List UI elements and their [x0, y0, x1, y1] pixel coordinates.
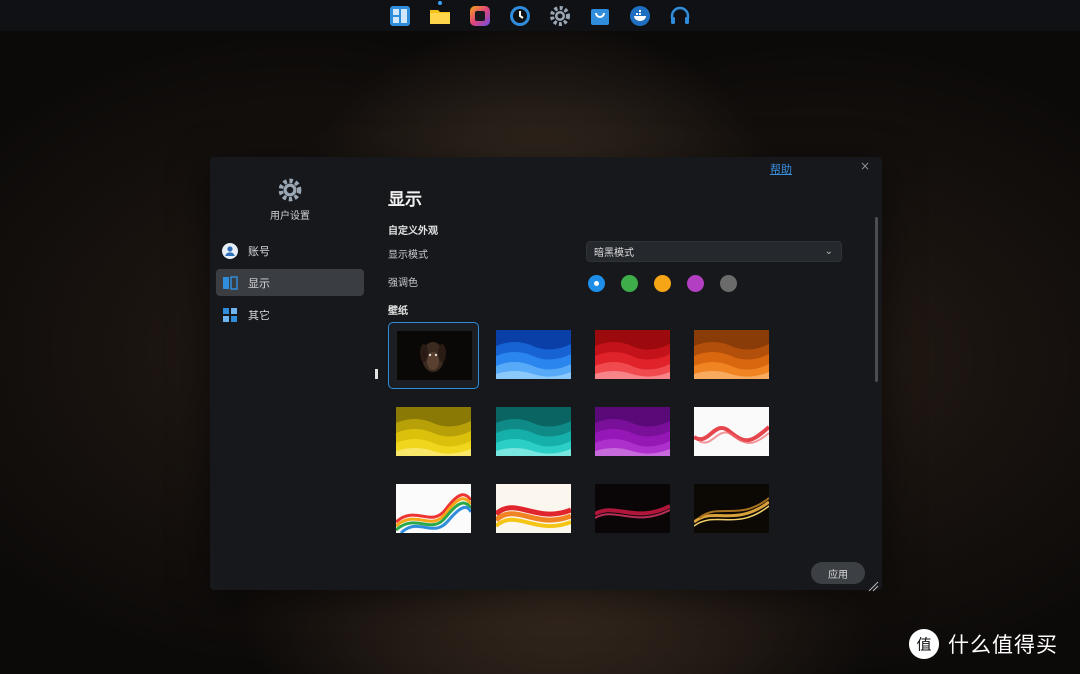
chevron-down-icon: ⌄: [824, 246, 833, 257]
wallpaper-teal-waves[interactable]: [496, 407, 571, 456]
sidebar-item-display[interactable]: 显示: [216, 269, 364, 296]
wallpaper-red-smoke[interactable]: [694, 407, 769, 456]
accent-color-label: 强调色: [388, 278, 418, 289]
user-settings-window: 帮助 × 用户设置 账号 显示 其它 显示 自定义外观 显示模式 暗黑模式 ⌄ …: [210, 157, 882, 592]
watermark-text: 什么值得买: [948, 633, 1058, 657]
account-icon: [222, 242, 238, 259]
window-resize-grip-icon[interactable]: [867, 577, 879, 592]
section-title-appearance: 自定义外观: [388, 226, 438, 237]
watermark-logo-char: 值: [916, 636, 931, 654]
settings-content: 显示 自定义外观 显示模式 暗黑模式 ⌄ 强调色 壁纸: [388, 157, 858, 590]
accent-swatch-orange[interactable]: [654, 275, 671, 292]
accent-swatch-green[interactable]: [621, 275, 638, 292]
wallpaper-dark-red-ribbon[interactable]: [595, 484, 670, 533]
watermark-logo-icon: 值: [908, 628, 940, 660]
sidebar-resize-handle[interactable]: [375, 369, 378, 379]
settings-sidebar: 用户设置 账号 显示 其它: [210, 157, 370, 590]
other-icon: [222, 307, 238, 323]
accent-swatch-purple[interactable]: [687, 275, 704, 292]
page-title: 显示: [388, 190, 422, 210]
taskbar: [0, 0, 1080, 31]
close-button[interactable]: ×: [860, 159, 870, 173]
wallpaper-orange-waves[interactable]: [694, 330, 769, 379]
media-icon[interactable]: [467, 3, 493, 29]
sidebar-item-label: 显示: [248, 276, 270, 290]
wallpaper-blue-waves[interactable]: [496, 330, 571, 379]
app-grid-icon[interactable]: [387, 3, 413, 29]
wallpaper-yellow-waves[interactable]: [396, 407, 471, 456]
content-scrollbar[interactable]: [875, 217, 878, 382]
store-icon[interactable]: [587, 3, 613, 29]
sidebar-item-label: 其它: [248, 308, 270, 322]
display-icon: [222, 275, 238, 291]
accent-swatch-gray[interactable]: [720, 275, 737, 292]
wallpaper-rainbow-ribbon-2[interactable]: [496, 484, 571, 533]
running-indicator: [438, 0, 442, 5]
accent-swatch-blue[interactable]: [588, 275, 605, 292]
sidebar-item-label: 账号: [248, 244, 270, 258]
display-mode-select[interactable]: 暗黑模式 ⌄: [586, 241, 842, 262]
clock-icon[interactable]: [507, 3, 533, 29]
docker-icon[interactable]: [627, 3, 653, 29]
wallpaper-dog-thumb: [397, 331, 472, 380]
folder-icon[interactable]: [427, 0, 453, 29]
headset-icon[interactable]: [667, 3, 693, 29]
display-mode-label: 显示模式: [388, 250, 428, 261]
wallpaper-dog[interactable]: [388, 322, 479, 389]
apply-button[interactable]: 应用: [811, 562, 865, 584]
sidebar-header: 用户设置: [210, 177, 370, 222]
gear-icon: [277, 177, 303, 203]
settings-icon[interactable]: [547, 3, 573, 29]
display-mode-value: 暗黑模式: [594, 248, 634, 259]
watermark: 值 什么值得买: [908, 628, 1058, 660]
wallpaper-gold-ribbon[interactable]: [694, 484, 769, 533]
wallpaper-red-waves[interactable]: [595, 330, 670, 379]
wallpaper-purple-waves[interactable]: [595, 407, 670, 456]
sidebar-item-other[interactable]: 其它: [216, 301, 364, 328]
wallpaper-rainbow-ribbon-1[interactable]: [396, 484, 471, 533]
section-title-wallpaper: 壁纸: [388, 306, 408, 317]
sidebar-item-account[interactable]: 账号: [216, 237, 364, 264]
sidebar-title: 用户设置: [270, 211, 310, 222]
